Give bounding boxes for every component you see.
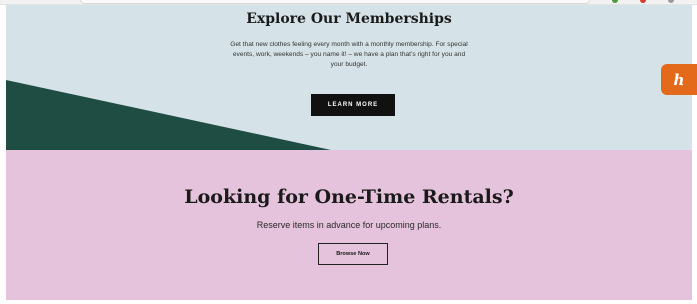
address-bar[interactable] [80,0,590,4]
rentals-section: Looking for One-Time Rentals? Reserve it… [6,150,692,300]
learn-more-button[interactable]: LEARN MORE [311,94,395,116]
memberships-title: Explore Our Memberships [246,11,452,27]
rentals-subtitle: Reserve items in advance for upcoming pl… [256,220,442,230]
rentals-title: Looking for One-Time Rentals? [184,186,514,208]
honey-widget-button[interactable]: h [661,64,697,95]
extension-icon-red[interactable] [640,0,646,3]
honey-logo-icon: h [673,70,685,89]
extension-icon-green[interactable] [612,0,618,3]
memberships-description: Get that new clothes feeling every month… [230,41,468,68]
browse-now-button[interactable]: Browse Now [318,243,388,265]
memberships-section: Explore Our Memberships Get that new clo… [6,5,692,150]
extension-icon-grey[interactable] [668,0,674,3]
